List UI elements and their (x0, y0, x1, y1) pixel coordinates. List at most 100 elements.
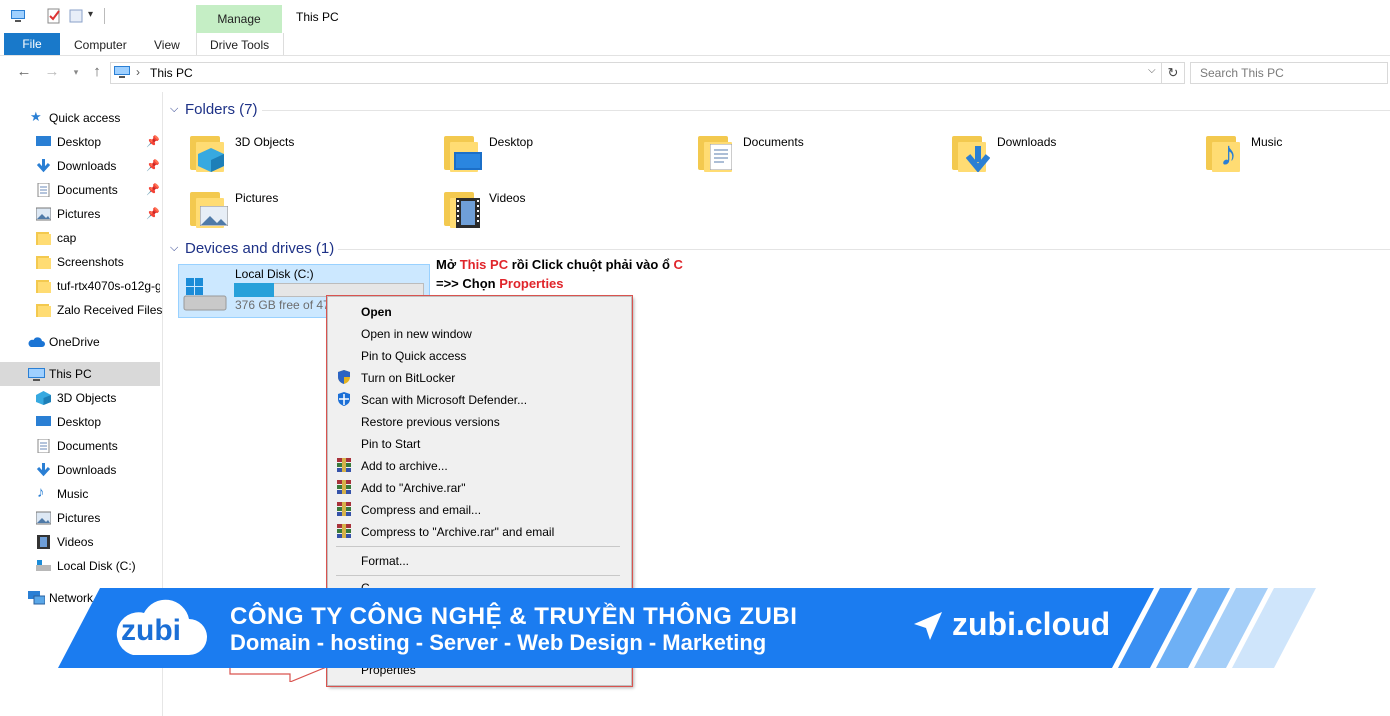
folder-icon (36, 232, 51, 245)
music-note-icon: ♪ (37, 484, 45, 501)
document-icon (37, 439, 50, 453)
sidebar-item-downloads-pc[interactable]: Downloads (0, 458, 160, 482)
menu-item-open[interactable]: Open (361, 305, 392, 319)
sidebar-item-desktop[interactable]: Desktop 📌 (0, 130, 160, 154)
folder-desktop-icon[interactable] (444, 132, 482, 172)
menu-item-add-archive-rar[interactable]: Add to "Archive.rar" (361, 481, 466, 495)
sidebar-item-label: cap (57, 231, 77, 245)
sidebar-item-label: OneDrive (49, 335, 100, 349)
winrar-icon (337, 458, 351, 472)
banner-services: Domain - hosting - Server - Web Design -… (230, 630, 767, 655)
menu-separator (336, 575, 620, 576)
sidebar-item-local-disk[interactable]: Local Disk (C:) (0, 554, 160, 578)
computer-icon[interactable] (10, 8, 26, 24)
film-icon (37, 535, 50, 549)
sidebar-item-label: Desktop (57, 415, 102, 429)
download-icon (36, 159, 51, 173)
toolbar-divider (104, 8, 105, 24)
new-folder-icon[interactable] (68, 8, 84, 24)
refresh-icon[interactable]: ↻ (1162, 62, 1185, 84)
sidebar-item-documents[interactable]: Documents 📌 (0, 178, 160, 202)
menu-item-pin-quick-access[interactable]: Pin to Quick access (361, 349, 466, 363)
up-arrow-icon[interactable]: ↑ (89, 64, 105, 80)
folder-documents-icon[interactable] (698, 132, 736, 172)
menu-item-bitlocker[interactable]: Turn on BitLocker (361, 371, 455, 385)
sidebar-item-pictures[interactable]: Pictures 📌 (0, 202, 160, 226)
instruction-annotation: Mở This PC rồi Click chuột phải vào ổ C … (436, 255, 683, 293)
folder-downloads-icon[interactable] (952, 132, 990, 172)
sidebar-item-music[interactable]: ♪ Music (0, 482, 160, 506)
menu-item-format[interactable]: Format... (361, 554, 409, 568)
folder-3d-objects-icon[interactable] (190, 132, 228, 172)
sidebar-item-label: Downloads (57, 463, 117, 477)
tab-drive-tools[interactable]: Drive Tools (210, 38, 269, 52)
menu-item-open-new-window[interactable]: Open in new window (361, 327, 472, 341)
sidebar-item-documents-pc[interactable]: Documents (0, 434, 160, 458)
pictures-icon (36, 207, 51, 221)
sidebar-item-onedrive[interactable]: OneDrive (0, 330, 160, 354)
sidebar-item-label: Documents (57, 439, 118, 453)
pin-icon: 📌 (146, 184, 160, 196)
menu-item-compress-rar-email[interactable]: Compress to "Archive.rar" and email (361, 525, 554, 539)
properties-icon[interactable] (46, 8, 62, 24)
sidebar-item-3d-objects[interactable]: 3D Objects (0, 386, 160, 410)
folders-group-header[interactable]: Folders (7) (185, 101, 258, 118)
sidebar-item-pictures-pc[interactable]: Pictures (0, 506, 160, 530)
winrar-icon (337, 502, 351, 516)
sidebar-item-zalo[interactable]: Zalo Received Files (0, 298, 162, 322)
collapse-chevron-icon[interactable]: ⌵ (170, 242, 178, 255)
sidebar-item-videos[interactable]: Videos (0, 530, 160, 554)
sidebar-item-desktop-pc[interactable]: Desktop (0, 410, 160, 434)
banner-url: zubi.cloud (952, 606, 1111, 642)
sidebar-item-downloads[interactable]: Downloads 📌 (0, 154, 160, 178)
back-arrow-icon[interactable]: ← (16, 64, 32, 80)
sidebar-item-label: Pictures (57, 511, 101, 525)
tab-view[interactable]: View (154, 38, 180, 52)
folder-label: Music (1251, 135, 1283, 149)
folder-pictures-icon[interactable] (190, 188, 228, 228)
tab-computer[interactable]: Computer (74, 38, 127, 52)
tab-file[interactable]: File (4, 33, 60, 55)
defender-icon (338, 392, 350, 406)
folder-label: 3D Objects (235, 135, 295, 149)
sidebar-item-this-pc[interactable]: This PC (0, 362, 160, 386)
pin-icon: 📌 (146, 208, 160, 220)
folder-videos-icon[interactable] (444, 188, 482, 228)
download-icon (36, 463, 51, 477)
menu-item-compress-email[interactable]: Compress and email... (361, 503, 481, 517)
sidebar-item-quick-access[interactable]: ★ Quick access (0, 106, 160, 130)
group-divider (262, 110, 1390, 111)
menu-item-add-archive[interactable]: Add to archive... (361, 459, 448, 473)
recent-locations-icon[interactable]: ▾ (68, 64, 84, 80)
annotation-highlight: C (673, 257, 683, 272)
devices-group-header[interactable]: Devices and drives (1) (185, 240, 334, 257)
sidebar-item-label: Videos (57, 535, 94, 549)
folder-label: Pictures (235, 191, 279, 205)
sidebar-item-label: Screenshots (57, 255, 124, 269)
group-divider (338, 249, 1390, 250)
address-bar[interactable] (110, 62, 1162, 84)
customize-toolbar-icon[interactable]: ▾ (88, 9, 93, 20)
send-arrow-icon (914, 612, 942, 640)
forward-arrow-icon[interactable]: → (44, 64, 60, 80)
sidebar-item-cap[interactable]: cap (0, 226, 160, 250)
sidebar-item-screenshots[interactable]: Screenshots (0, 250, 160, 274)
winrar-icon (337, 524, 351, 538)
menu-item-scan-defender[interactable]: Scan with Microsoft Defender... (361, 393, 527, 407)
manage-tab[interactable]: Manage (196, 5, 282, 33)
pin-icon: 📌 (146, 136, 160, 148)
breadcrumb-this-pc[interactable]: This PC (150, 66, 193, 80)
folder-music-icon[interactable]: ♪ (1206, 132, 1244, 172)
annotation-highlight: Properties (499, 276, 564, 291)
annotation-text: =>> Chọn (436, 276, 500, 291)
menu-item-pin-start[interactable]: Pin to Start (361, 437, 420, 451)
sidebar-item-label: Music (57, 487, 89, 501)
sidebar-item-tuf-rtx[interactable]: tuf-rtx4070s-o12g-g (0, 274, 160, 298)
address-dropdown-icon[interactable]: ⌵ (1148, 65, 1156, 76)
collapse-chevron-icon[interactable]: ⌵ (170, 103, 178, 116)
menu-item-restore-versions[interactable]: Restore previous versions (361, 415, 500, 429)
star-icon: ★ (30, 109, 42, 124)
sidebar-item-label: Local Disk (C:) (57, 559, 136, 573)
drive-name: Local Disk (C:) (235, 267, 314, 281)
sidebar-item-label: Quick access (49, 111, 121, 125)
